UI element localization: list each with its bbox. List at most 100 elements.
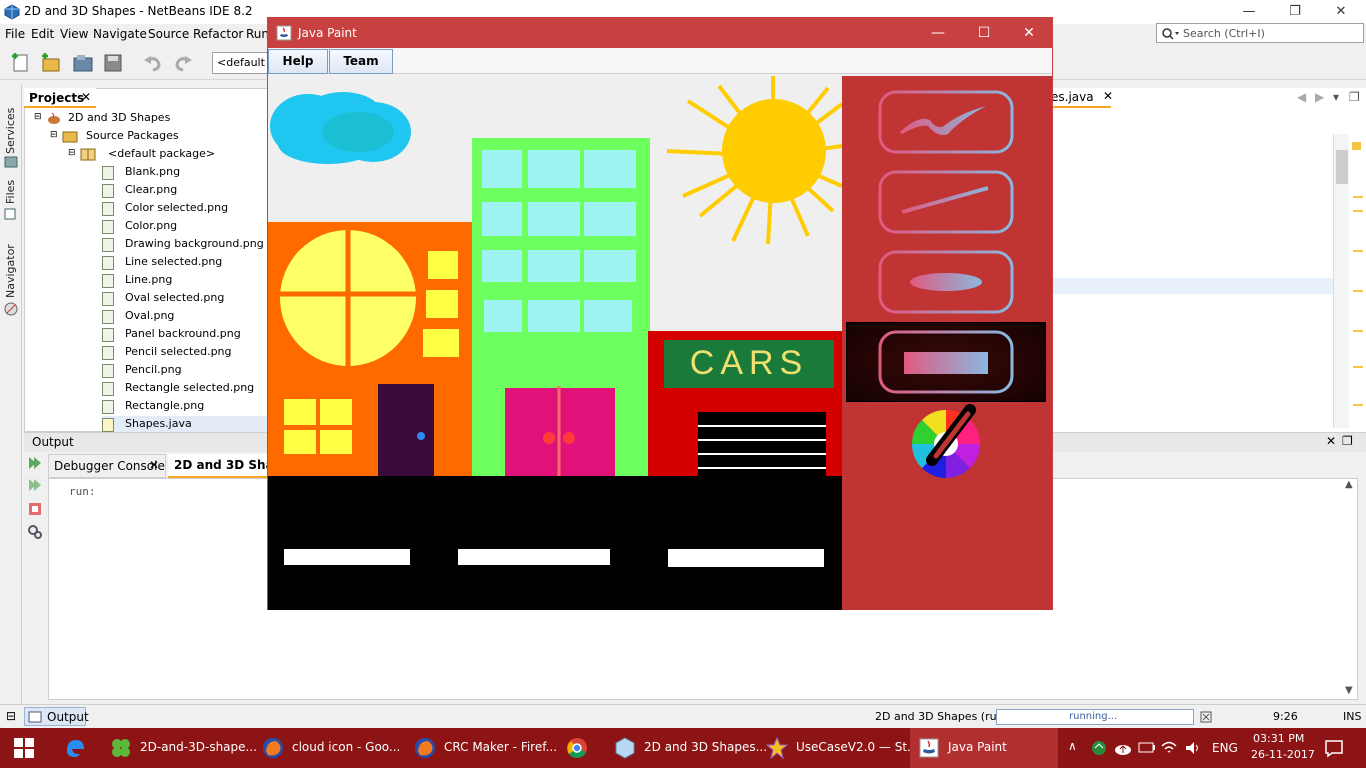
progress-text: running... [1069,711,1118,722]
insert-mode: INS [1343,710,1362,723]
list-item[interactable]: Pencil.png [102,362,268,380]
close-icon[interactable]: ✕ [149,458,159,472]
tab-2d-3d-shapes-run[interactable]: 2D and 3D Shape [168,454,268,478]
wifi-icon[interactable] [1160,739,1178,757]
maximize-icon[interactable]: ❐ [1342,434,1353,448]
cars-sign-text: CARS [690,344,808,382]
taskbar-item-1[interactable]: 2D-and-3D-shape... [102,728,257,768]
rerun-with-params-icon[interactable] [27,478,43,492]
taskbar-edge[interactable] [56,728,100,768]
collapse-icon[interactable]: ⊟ [34,112,42,122]
menu-help[interactable]: Help [268,49,328,74]
editor-tab[interactable]: es.java ✕ [1047,88,1113,108]
color-picker-tool-button[interactable] [910,404,982,478]
taskbar-item-3[interactable]: CRC Maker - Firef... [406,728,557,768]
battery-icon[interactable] [1138,741,1156,755]
save-all-icon[interactable] [102,52,124,74]
close-icon[interactable]: ✕ [81,90,91,104]
java-paint-close-button[interactable]: ✕ [1006,18,1052,48]
network-status-icon[interactable] [1090,739,1108,757]
menu-source[interactable]: Source [148,27,189,41]
scroll-up-icon[interactable]: ▲ [1345,479,1353,490]
language-indicator[interactable]: ENG [1212,741,1238,755]
taskbar-item-6[interactable]: UseCaseV2.0 — St... [758,728,918,768]
taskbar-item-4[interactable] [558,728,602,768]
clock-date[interactable]: 26-11-2017 [1251,748,1315,761]
rectangle-tool-button[interactable] [878,330,1014,394]
error-stripe [1351,128,1365,428]
new-project-icon[interactable] [40,52,62,74]
menu-navigate[interactable]: Navigate [93,27,147,41]
navigator-tab[interactable]: Navigator [4,244,17,298]
menu-run[interactable]: Run [246,27,269,41]
volume-icon[interactable] [1184,739,1202,757]
menu-view[interactable]: View [60,27,88,41]
menu-file[interactable]: File [5,27,25,41]
windows-start-icon[interactable] [14,738,34,758]
list-item[interactable]: Clear.png [102,182,268,200]
menu-edit[interactable]: Edit [31,27,54,41]
services-tab[interactable]: Services [4,108,17,154]
scrollbar-thumb[interactable] [1336,150,1348,184]
editor-scrollbar[interactable] [1333,134,1349,428]
tab-debugger-console[interactable]: Debugger Console ✕ [48,454,166,478]
minimize-button[interactable]: — [1226,0,1272,24]
menu-team[interactable]: Team [329,49,393,74]
stop-icon[interactable] [28,502,42,516]
line-tool-button[interactable] [878,170,1014,234]
pencil-tool-button[interactable] [878,90,1014,154]
scroll-right-icon[interactable]: ▶ [1315,90,1324,104]
menu-refactor[interactable]: Refactor [193,27,243,41]
scroll-down-icon[interactable]: ▼ [1345,685,1353,696]
list-item[interactable]: Line selected.png [102,254,268,272]
taskbar: 2D-and-3D-shape... cloud icon - Goo... C… [0,728,1366,768]
restore-window-icon[interactable]: ❐ [1349,90,1360,104]
java-paint-minimize-button[interactable]: — [915,18,961,48]
config-select[interactable]: <default c [212,52,270,74]
taskbar-item-5[interactable]: 2D and 3D Shapes... [606,728,767,768]
action-center-icon[interactable] [1324,738,1344,758]
java-paint-titlebar[interactable]: Java Paint — ☐ ✕ [268,18,1052,48]
new-file-icon[interactable] [10,52,32,74]
clock-time[interactable]: 03:31 PM [1253,732,1304,745]
java-paint-maximize-button[interactable]: ☐ [961,18,1007,48]
minimize-panel-icon[interactable]: ⊟ [6,709,16,723]
list-item[interactable]: Color.png [102,218,268,236]
list-item[interactable]: Color selected.png [102,200,268,218]
chevron-down-icon[interactable]: ▾ [1333,90,1339,104]
collapse-icon[interactable]: ⊟ [50,130,58,140]
open-project-icon[interactable] [72,52,94,74]
close-icon[interactable]: ✕ [1103,89,1113,103]
collapse-icon[interactable]: ⊟ [68,148,76,158]
rerun-icon[interactable] [27,456,43,470]
list-item[interactable]: Line.png [102,272,268,290]
list-item[interactable]: Panel backround.png [102,326,268,344]
list-item[interactable]: Pencil selected.png [102,344,268,362]
taskbar-item-2[interactable]: cloud icon - Goo... [254,728,400,768]
files-tab[interactable]: Files [4,180,17,204]
restore-button[interactable]: ❐ [1272,0,1318,24]
close-icon[interactable]: ✕ [1326,434,1336,448]
list-item[interactable]: Blank.png [102,164,268,182]
undo-icon[interactable] [142,52,164,74]
redo-icon[interactable] [172,52,194,74]
close-button[interactable]: ✕ [1318,0,1364,24]
output-actions [24,452,46,702]
list-item[interactable]: Drawing background.png [102,236,268,254]
list-item[interactable]: Rectangle.png [102,398,268,416]
settings-icon[interactable] [27,524,43,540]
cloud-upload-icon[interactable] [1114,739,1132,757]
scroll-left-icon[interactable]: ◀ [1297,90,1306,104]
chevron-up-icon[interactable]: ∧ [1068,739,1077,753]
projects-tab[interactable]: Projects ✕ [24,88,96,108]
list-item[interactable]: Oval.png [102,308,268,326]
drawing-canvas[interactable]: CARS [268,76,842,610]
list-item[interactable]: Rectangle selected.png [102,380,268,398]
output-window-button[interactable]: Output [24,707,89,726]
list-item[interactable]: Oval selected.png [102,290,268,308]
oval-tool-button[interactable] [878,250,1014,314]
cancel-progress-icon[interactable] [1200,711,1212,723]
search-icon [1162,28,1179,40]
search-input[interactable]: Search (Ctrl+I) [1156,23,1364,43]
taskbar-item-java-paint[interactable]: Java Paint [910,728,1058,768]
